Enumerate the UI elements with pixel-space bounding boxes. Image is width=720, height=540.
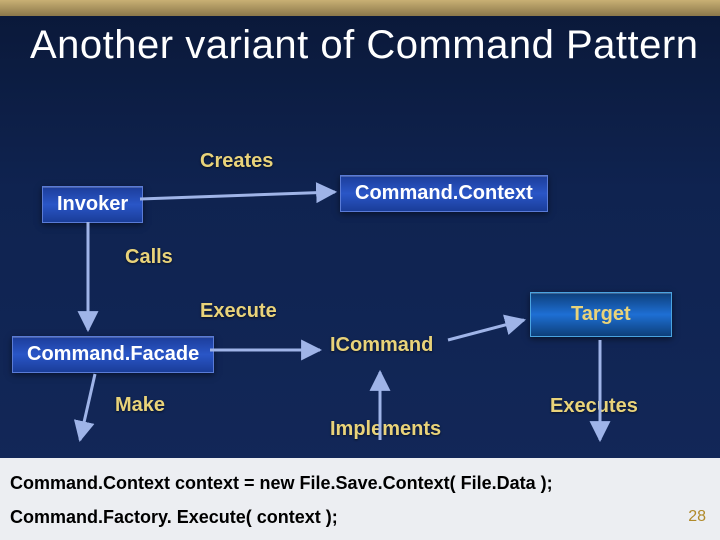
slide-number: 28 (688, 502, 706, 532)
code-line-1: Command.Context context = new File.Save.… (10, 466, 710, 500)
label-implements: Implements (330, 418, 441, 441)
label-execute: Execute (200, 300, 277, 323)
slide-title: Another variant of Command Pattern (30, 24, 698, 66)
box-invoker: Invoker (42, 186, 143, 223)
box-target: Target (530, 292, 672, 337)
label-creates: Creates (200, 150, 273, 173)
label-icommand: ICommand (330, 334, 433, 357)
label-calls: Calls (125, 246, 173, 269)
top-accent-bar (0, 0, 720, 16)
code-block: Command.Context context = new File.Save.… (0, 458, 720, 540)
box-command-facade: Command.Facade (12, 336, 214, 373)
code-line-2: Command.Factory. Execute( context ); (10, 500, 710, 534)
label-make: Make (115, 394, 165, 417)
box-command-context: Command.Context (340, 175, 548, 212)
label-executes: Executes (550, 395, 638, 418)
